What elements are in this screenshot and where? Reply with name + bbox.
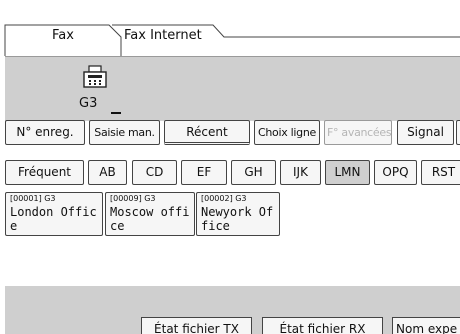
index-rst[interactable]: RST: [421, 160, 460, 185]
destination-key-london[interactable]: [00001] G3 London Office: [5, 192, 103, 236]
advanced-features-button: F° avancées: [324, 120, 392, 145]
line-choice-button[interactable]: Choix ligne: [254, 120, 320, 145]
destination-key-newyork[interactable]: [00002] G3 Newyork Office: [196, 192, 280, 236]
destination-key-meta: [00002] G3: [201, 194, 247, 203]
manual-entry-button[interactable]: Saisie man.: [89, 120, 160, 145]
index-gh[interactable]: GH: [231, 160, 276, 185]
overflow-button[interactable]: F: [456, 120, 460, 145]
tab-bar: Fax Fax Internet: [0, 0, 460, 56]
input-cursor: [111, 112, 121, 114]
index-cd[interactable]: CD: [132, 160, 177, 185]
destination-key-name: Newyork Office: [201, 205, 274, 233]
recent-button[interactable]: Récent: [164, 120, 250, 145]
index-lmn[interactable]: LMN: [325, 160, 370, 185]
signal-button[interactable]: Signal: [397, 120, 454, 145]
rx-file-status-button[interactable]: État fichier RX: [262, 317, 383, 334]
sender-name-button[interactable]: Nom expe: [392, 317, 460, 334]
destination-key-name: London Office: [10, 205, 97, 233]
tab-fax-internet[interactable]: Fax Internet: [124, 28, 202, 44]
destination-key-name: Moscow office: [110, 205, 190, 233]
destination-display: G3: [5, 56, 460, 121]
index-ijk[interactable]: IJK: [280, 160, 321, 185]
destination-key-meta: [00009] G3: [110, 194, 156, 203]
line-type-label: G3: [79, 96, 98, 111]
tab-fax[interactable]: Fax: [52, 28, 74, 44]
index-ef[interactable]: EF: [181, 160, 227, 185]
register-number-button[interactable]: N° enreg.: [5, 120, 85, 145]
index-opq[interactable]: OPQ: [374, 160, 417, 185]
destination-key-meta: [00001] G3: [10, 194, 56, 203]
fax-machine-icon: [83, 65, 107, 88]
tx-file-status-button[interactable]: État fichier TX: [141, 317, 252, 334]
destination-key-moscow[interactable]: [00009] G3 Moscow office: [105, 192, 195, 236]
fax-screen: Fax Fax Internet G3 N° enreg. Saisie man…: [0, 0, 460, 334]
index-frequent[interactable]: Fréquent: [5, 160, 84, 185]
index-ab[interactable]: AB: [88, 160, 127, 185]
